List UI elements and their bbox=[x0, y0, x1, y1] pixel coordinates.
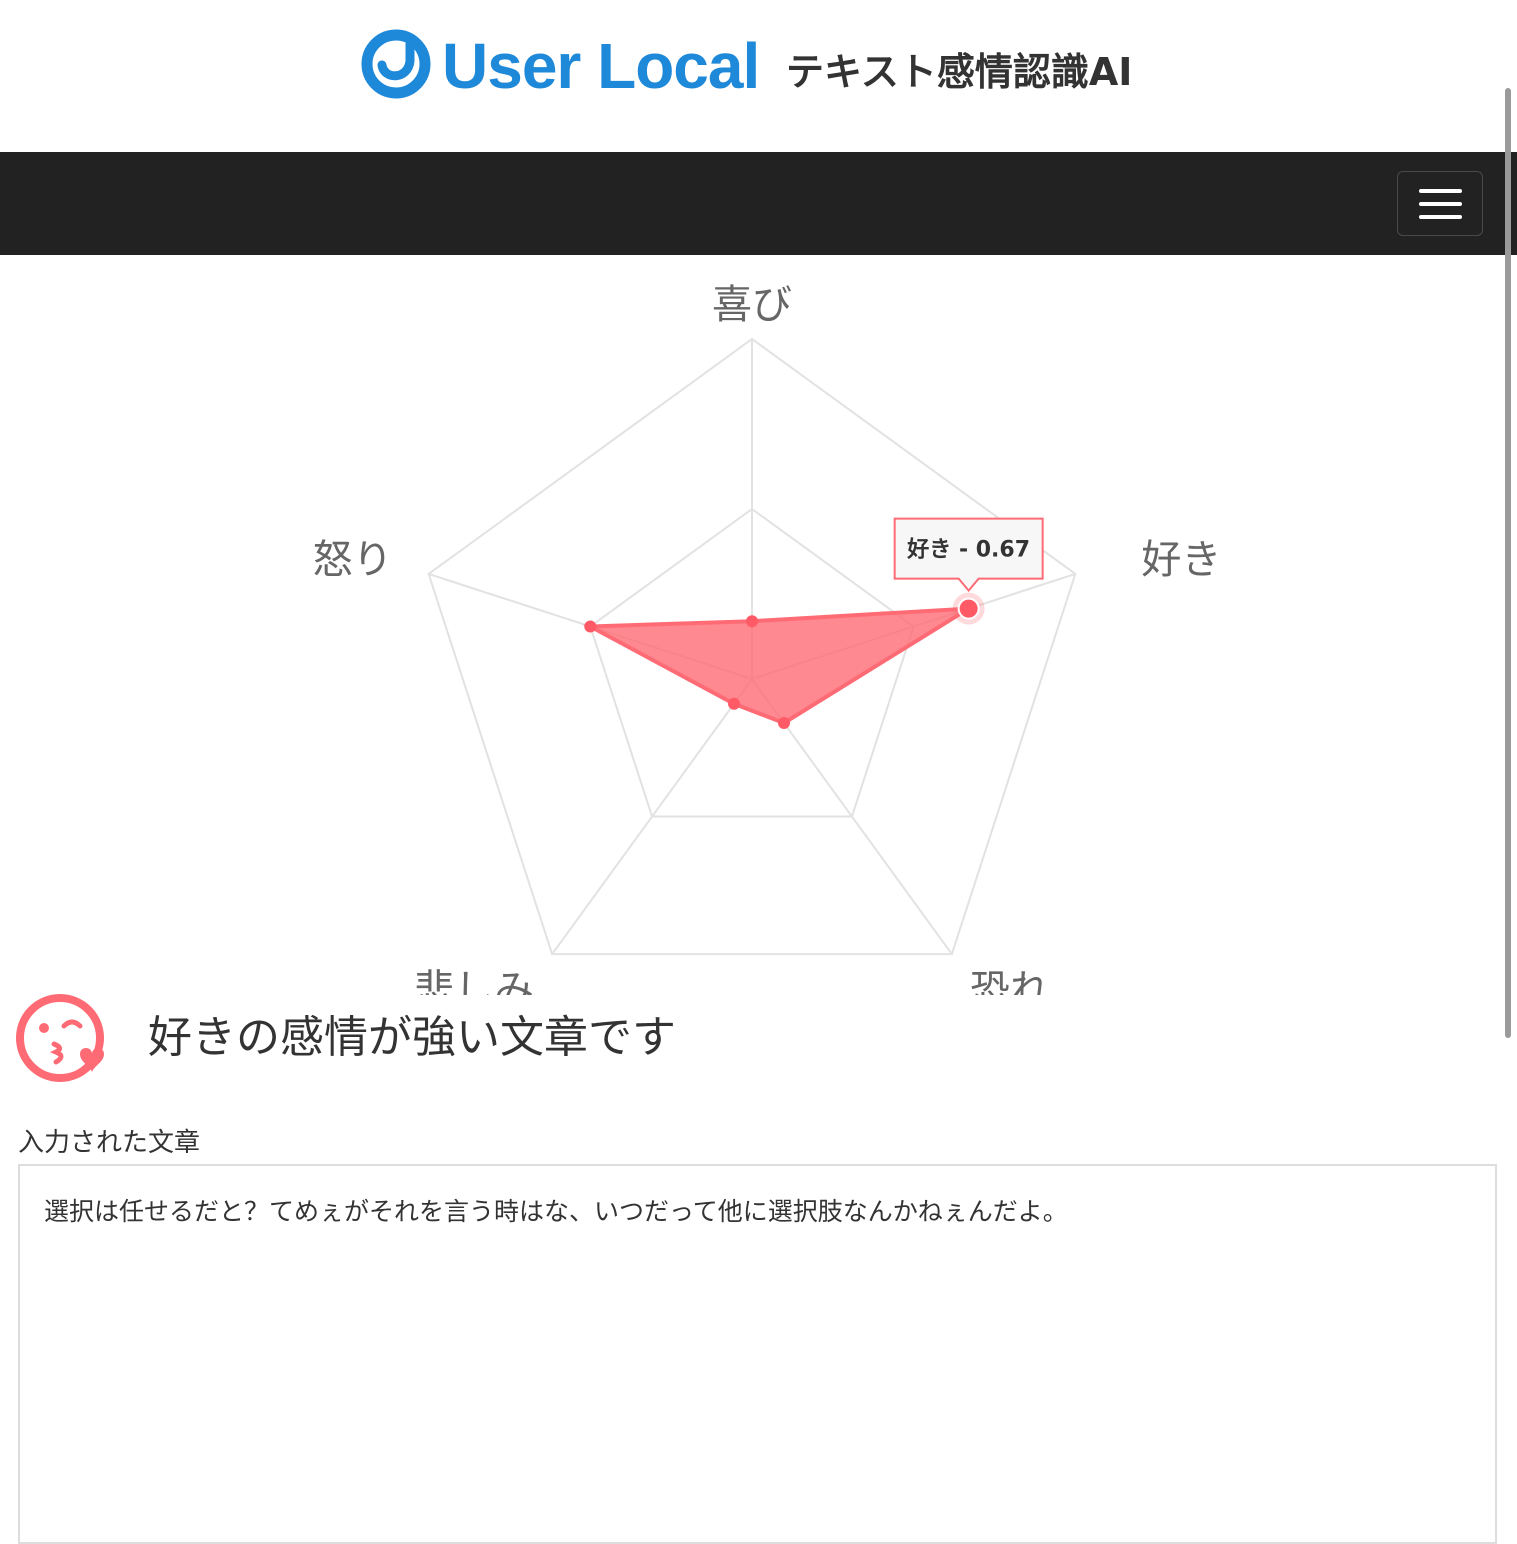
axis-label-好き: 好き bbox=[1141, 537, 1221, 583]
emotion-radar-chart: 喜び好き恐れ 悲しみ 怒り 好き - 0.67 bbox=[313, 282, 1222, 995]
input-text: 選択は任せるだと？てめぇがそれを言う時はな、いつだって他に選択肢なんかねぇんだよ… bbox=[44, 1197, 1068, 1226]
result-message: 好きの感情が強い文章です bbox=[148, 1012, 676, 1063]
axis-label-悲しみ: 悲しみ bbox=[414, 967, 534, 995]
data-point-怒り[interactable] bbox=[584, 620, 597, 633]
data-point-喜び[interactable] bbox=[746, 615, 758, 628]
chart-tooltip: 好き - 0.67 bbox=[893, 517, 1044, 593]
userlocal-logo-icon[interactable] bbox=[360, 28, 432, 100]
navbar bbox=[0, 152, 1517, 255]
data-point-悲しみ[interactable] bbox=[728, 697, 741, 710]
site-header: User Local テキスト感情認識AI bbox=[0, 0, 1517, 152]
data-point-好き[interactable] bbox=[957, 597, 980, 620]
scrollbar[interactable] bbox=[1505, 88, 1511, 1038]
hamburger-icon bbox=[1419, 189, 1462, 193]
tooltip-label: 好き - 0.67 bbox=[906, 537, 1030, 563]
brand-name[interactable]: User Local bbox=[442, 26, 760, 106]
data-point-恐れ[interactable] bbox=[777, 717, 790, 730]
axis-label-恐れ: 恐れ bbox=[970, 967, 1050, 995]
input-label: 入力された文章 bbox=[18, 1128, 201, 1158]
product-name: テキスト感情認識AI bbox=[786, 50, 1133, 94]
input-text-area[interactable]: 選択は任せるだと？てめぇがそれを言う時はな、いつだって他に選択肢なんかねぇんだよ… bbox=[18, 1164, 1497, 1544]
menu-button[interactable] bbox=[1397, 171, 1483, 236]
kiss-face-icon bbox=[16, 994, 104, 1082]
axis-label-喜び: 喜び bbox=[712, 282, 792, 328]
axis-label-怒り: 怒り bbox=[313, 537, 393, 583]
emotion-series-area bbox=[582, 606, 970, 726]
